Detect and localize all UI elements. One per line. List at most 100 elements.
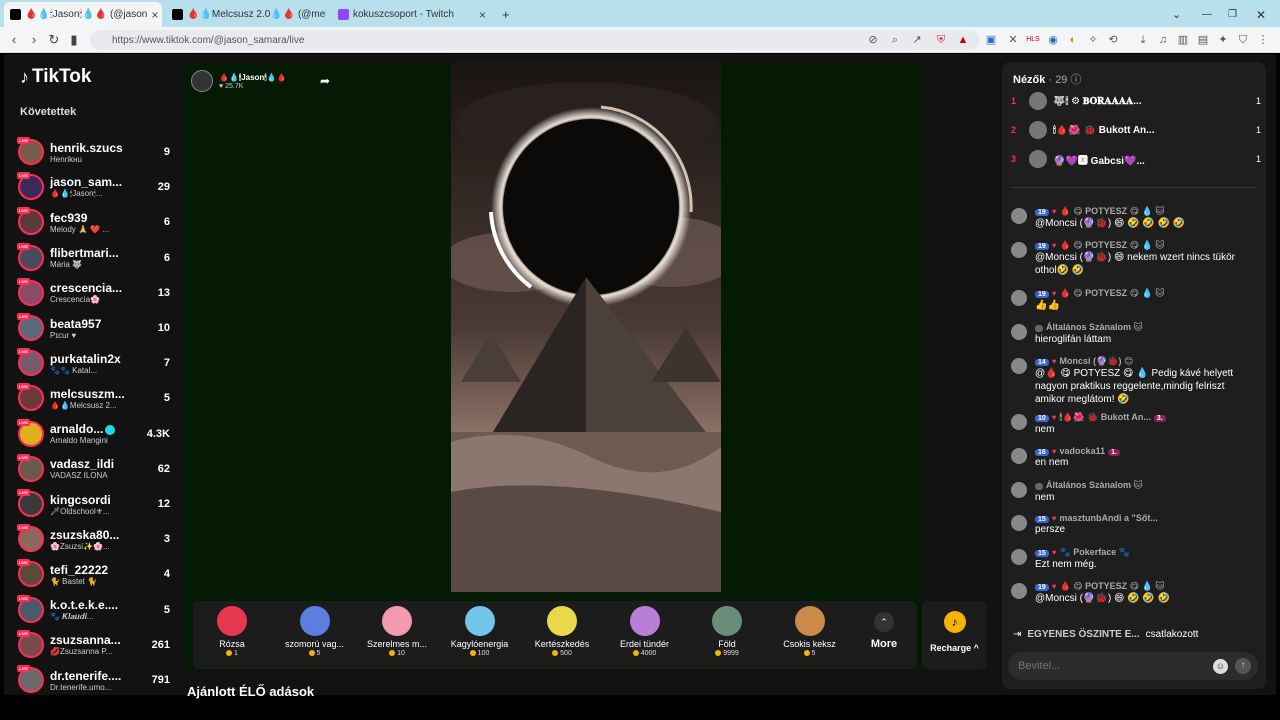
close-tab-icon[interactable]: × — [479, 8, 486, 22]
close-tab-icon[interactable]: × — [151, 8, 158, 22]
avatar[interactable] — [1011, 208, 1027, 224]
host-info[interactable]: 🩸💧🕯Jason🕯💧🩸 ♥ 25.7K — [191, 70, 287, 92]
following-item[interactable]: LIVE vadasz_ildi VADASZ ILONA 62 — [17, 453, 170, 485]
bookmark-icon[interactable]: ▮ — [64, 32, 84, 48]
reload-icon[interactable]: ↻ — [44, 32, 64, 48]
forward-icon[interactable]: › — [24, 32, 44, 47]
avatar[interactable] — [1011, 290, 1027, 306]
gift-item[interactable]: Föld 9999 — [688, 606, 766, 657]
tiktok-logo[interactable]: ♪ TikTok — [20, 66, 91, 88]
following-item[interactable]: LIVE dr.tenerife.... Dr.tenerife.umo... … — [17, 664, 170, 696]
share-icon[interactable]: ↗ — [910, 33, 924, 47]
avatar[interactable] — [1011, 448, 1027, 464]
chat-username[interactable]: vadocka11 — [1060, 446, 1106, 456]
minimize-button[interactable]: — — [1196, 2, 1216, 27]
following-item[interactable]: LIVE kingcsordi 🗡Oldschool⚜... 12 — [17, 488, 170, 520]
viewers-heading[interactable]: Nézők · 29 ⓘ — [1013, 71, 1082, 87]
chat-username[interactable]: 🕯🩸🌺 🐞 Bukott An... — [1060, 412, 1151, 422]
following-item[interactable]: LIVE jason_sam... 🩸💧🕯Jason🕯... 29 — [17, 171, 170, 203]
chat-username[interactable]: 🐾 Pokerface 🐾 — [1060, 547, 1130, 557]
share-arrow-icon[interactable]: ➦ — [320, 74, 330, 88]
following-item[interactable]: LIVE k.o.t.e.k.e.... 🐾 𝑲𝒍𝒂𝒖𝒅𝒊... 5 — [17, 594, 170, 626]
following-item[interactable]: LIVE zsuzska80... 🌸Zsuzsi✨🌸... 3 — [17, 523, 170, 555]
avatar[interactable] — [1011, 242, 1027, 258]
avatar[interactable] — [1011, 324, 1027, 340]
avatar[interactable] — [1011, 583, 1027, 599]
chat-username[interactable]: 🩸 😋 POTYESZ 😋 💧 🐱 — [1060, 288, 1165, 298]
emoji-icon[interactable]: ☺ — [1213, 659, 1228, 674]
chat-username[interactable]: 🩸 😋 POTYESZ 😋 💧 🐱 — [1060, 206, 1165, 216]
close-window-button[interactable]: ✕ — [1250, 2, 1270, 27]
browser-tab-2[interactable]: 🩸💧Melcsusz 2.0💧🩸 (@melcsuz × — [166, 2, 326, 27]
following-item[interactable]: LIVE tefi_22222 🐈 Bastet 🐈 4 — [17, 558, 170, 590]
chat-username[interactable]: 🩸 😋 POTYESZ 😋 💧 🐱 — [1060, 581, 1165, 591]
following-item[interactable]: LIVE henrik.szucs Henrikнu 9 — [17, 136, 170, 168]
following-item[interactable]: LIVE flibertmari... Mária 🐺 6 — [17, 242, 170, 274]
following-item[interactable]: LIVE purkatalin2x 🐾🐾 Katal... 7 — [17, 347, 170, 379]
new-tab-button[interactable]: + — [496, 2, 516, 27]
gift-item[interactable]: Rózsa 1 — [193, 606, 271, 657]
music-icon[interactable]: ♫ — [1156, 33, 1170, 47]
sidebar-icon[interactable]: ▥ — [1176, 33, 1190, 47]
chat-username[interactable]: Moncsi (🔮🐞) 😊 — [1060, 356, 1134, 366]
chat-username[interactable]: 🩸 😋 POTYESZ 😋 💧 🐱 — [1060, 240, 1165, 250]
following-item[interactable]: LIVE fec939 Melody 🙏 ❤️ ... 6 — [17, 206, 170, 238]
ai-icon[interactable]: ✦ — [1216, 33, 1230, 47]
gift-item[interactable]: Kagylóenergia 100 — [441, 606, 519, 657]
viewer-count: 29 — [157, 181, 170, 194]
avatar[interactable] — [1011, 549, 1027, 565]
gift-item[interactable]: szomorú vag... 5 — [276, 606, 354, 657]
following-item[interactable]: LIVE zsuzsanna... 💋Zsuzsanna P... 261 — [17, 629, 170, 661]
gift-item[interactable]: Kertészkedés 500 — [523, 606, 601, 657]
gift-item[interactable]: Szerelmes m... 10 — [358, 606, 436, 657]
translate-icon[interactable]: ⊘ — [866, 33, 880, 47]
host-avatar[interactable] — [191, 70, 213, 92]
avatar[interactable] — [1011, 482, 1027, 498]
avatar[interactable] — [1011, 358, 1027, 374]
back-icon[interactable]: ‹ — [4, 32, 24, 47]
top-viewer-row[interactable]: 3 🔮💜🆇 Gabcsi💜... 1 — [1011, 148, 1261, 170]
zoom-icon[interactable]: ⌕ — [888, 33, 902, 47]
extension-icon[interactable]: HLS — [1026, 33, 1040, 47]
extension-icon[interactable]: ✕ — [1006, 33, 1020, 47]
wallet-icon[interactable]: ▤ — [1196, 33, 1210, 47]
browser-tab-1[interactable]: 🩸💧🕯Jason🕯💧🩸 (@jason × — [4, 2, 162, 27]
chat-input[interactable] — [1018, 652, 1208, 680]
following-item[interactable]: LIVE beata957 Pɪcur ♥ 10 — [17, 312, 170, 344]
top-viewer-row[interactable]: 2 🕯🩸🌺 🐞 Bukott An... 1 — [1011, 119, 1261, 141]
recharge-button[interactable]: ♪ Recharge ^ — [922, 601, 987, 669]
gift-item[interactable]: Erdei tündér 4000 — [606, 606, 684, 657]
warning-icon[interactable]: ▲ — [956, 33, 970, 47]
following-display-name: Pɪcur ♥ — [50, 330, 77, 340]
more-gifts-button[interactable]: ⌃ More — [862, 606, 906, 650]
info-icon[interactable]: ⓘ — [1071, 74, 1082, 86]
restore-button[interactable]: ❐ — [1222, 2, 1242, 27]
chat-username[interactable]: Általános Szànalom 🐱 — [1046, 322, 1143, 332]
live-badge: LIVE — [17, 348, 30, 356]
gift-cost-value: 100 — [477, 650, 490, 657]
live-video-player[interactable]: 🩸💧🕯Jason🕯💧🩸 ♥ 25.7K ➦ — [183, 62, 921, 670]
gift-item[interactable]: Csokis keksz 5 — [771, 606, 849, 657]
following-item[interactable]: LIVE melcsuszm... 🩸💧Melcsusz 2... 5 — [17, 382, 170, 414]
chat-username[interactable]: Általános Szànalom 🐱 — [1046, 480, 1143, 490]
shield-icon[interactable]: ⛨ — [934, 33, 948, 47]
chat-username[interactable]: masztunbAndi a "Sőt... — [1060, 513, 1158, 523]
avatar[interactable] — [1011, 414, 1027, 430]
download-icon[interactable]: ⤓ — [1136, 33, 1150, 47]
avatar[interactable] — [1011, 515, 1027, 531]
browser-tab-3[interactable]: kokuszcsoport - Twitch × — [332, 2, 492, 27]
tab-list-chevron-icon[interactable]: ⌄ — [1166, 2, 1186, 27]
puzzle-icon[interactable]: ✧ — [1086, 33, 1100, 47]
top-viewer-row[interactable]: 1 🐺🕯 ⚙ 𝐁𝐎𝐑𝐀𝐀𝐀𝐀... 1 — [1011, 90, 1261, 112]
extension-icon[interactable]: ◐ — [1066, 33, 1080, 47]
following-item[interactable]: LIVE arnaldo... Arnaldo Mangini 4.3K — [17, 418, 170, 450]
extension-icon[interactable]: ◉ — [1046, 33, 1060, 47]
vpn-icon[interactable]: ⛉ — [1236, 33, 1250, 47]
send-icon[interactable]: ↑ — [1235, 658, 1251, 674]
menu-icon[interactable]: ⋮ — [1256, 33, 1270, 47]
following-username: kingcsordi — [50, 492, 111, 507]
address-bar[interactable]: https://www.tiktok.com/@jason_samara/liv… — [90, 30, 980, 50]
history-icon[interactable]: ⟲ — [1106, 33, 1120, 47]
extension-icon[interactable]: ▣ — [984, 33, 998, 47]
following-item[interactable]: LIVE crescencia... Crescencia🌸 13 — [17, 277, 170, 309]
